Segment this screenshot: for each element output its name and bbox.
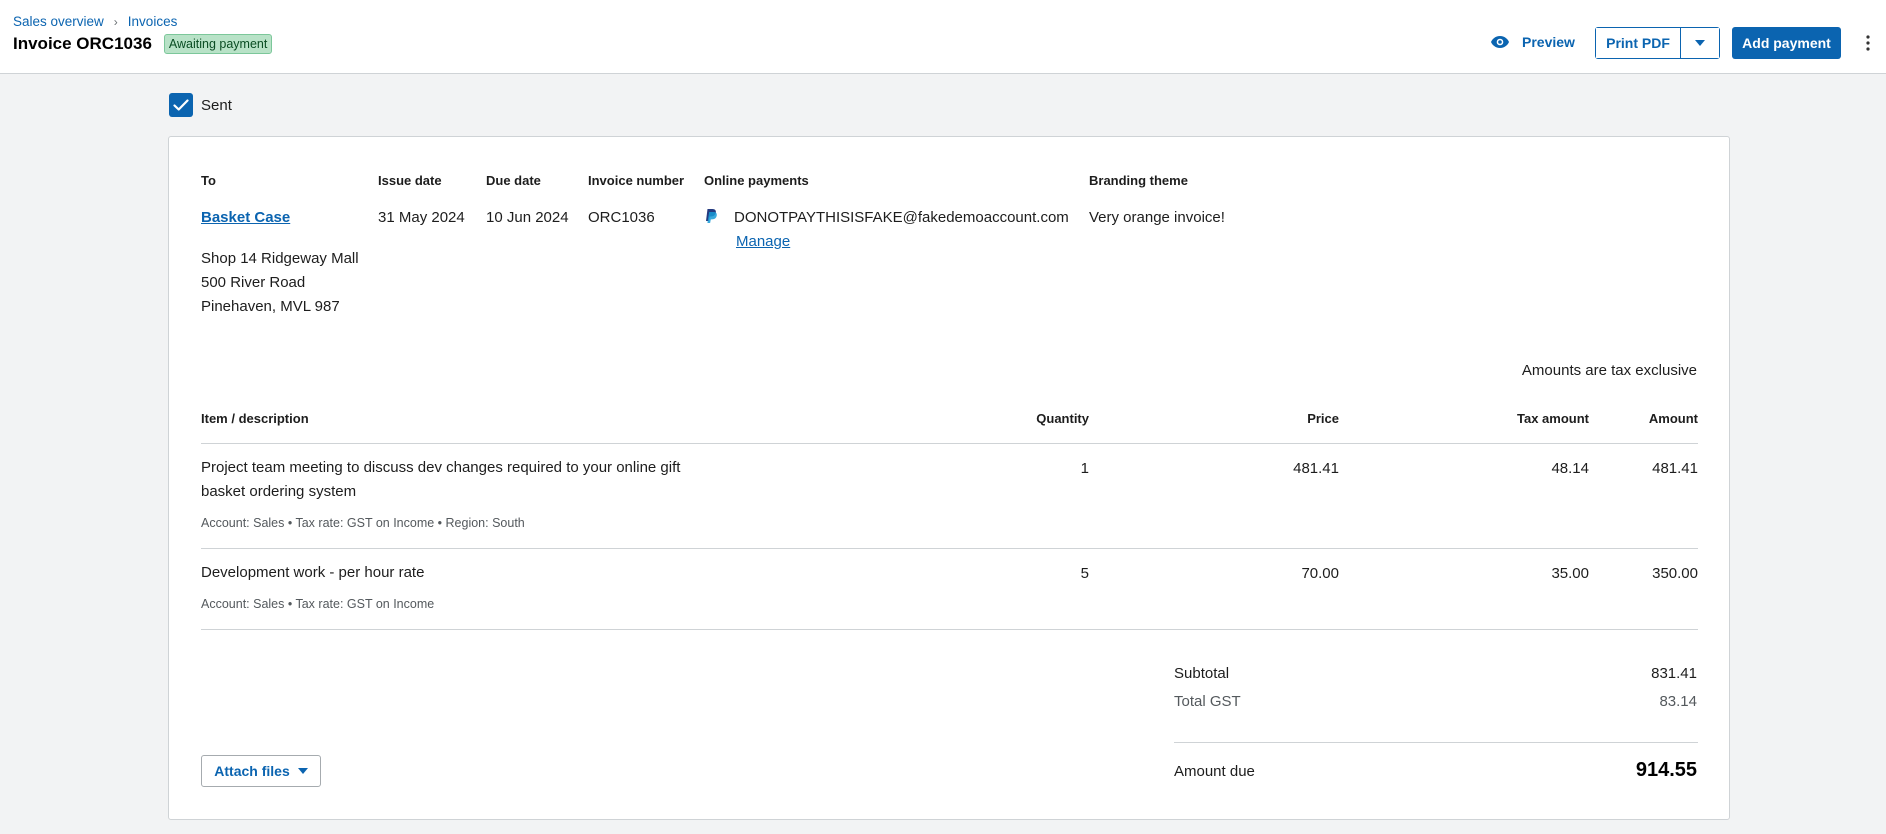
print-pdf-group: Print PDF (1595, 27, 1720, 59)
attach-files-label: Attach files (214, 763, 290, 779)
invoice-card: To Issue date Due date Invoice number On… (168, 136, 1730, 820)
address-line: Pinehaven, MVL 987 (201, 298, 340, 315)
totals-divider (1174, 742, 1698, 743)
to-heading: To (201, 173, 216, 188)
attach-files-button[interactable]: Attach files (201, 755, 321, 787)
header-price: Price (1307, 411, 1339, 426)
sent-toggle: Sent (169, 93, 232, 117)
row-price: 481.41 (1293, 460, 1339, 477)
row-amount: 481.41 (1652, 460, 1698, 477)
paypal-icon (706, 209, 717, 223)
row-price: 70.00 (1301, 565, 1339, 582)
page-header: Sales overview › Invoices Invoice ORC103… (0, 0, 1886, 74)
breadcrumb-sales-overview[interactable]: Sales overview (13, 14, 104, 29)
row-description: Project team meeting to discuss dev chan… (201, 459, 681, 500)
kebab-menu-icon (1866, 35, 1870, 51)
breadcrumb: Sales overview › Invoices (13, 14, 177, 29)
status-badge: Awaiting payment (163, 34, 273, 54)
sent-checkbox[interactable] (169, 93, 193, 117)
caret-down-icon (297, 768, 308, 774)
checkmark-icon (173, 99, 189, 111)
online-payment-email: DONOTPAYTHISISFAKE@fakedemoaccount.com (734, 209, 1069, 226)
row-amount: 350.00 (1652, 565, 1698, 582)
page-title: Invoice ORC1036 (13, 34, 152, 53)
preview-label: Preview (1522, 34, 1575, 50)
due-date-heading: Due date (486, 173, 541, 188)
preview-button[interactable]: Preview (1490, 27, 1575, 57)
row-quantity: 1 (1080, 460, 1089, 477)
row-meta: Account: Sales • Tax rate: GST on Income (201, 597, 435, 611)
contact-address: Shop 14 Ridgeway Mall 500 River Road Pin… (201, 247, 359, 319)
add-payment-button[interactable]: Add payment (1732, 27, 1841, 59)
row-divider (201, 629, 1698, 630)
due-date-value: 10 Jun 2024 (486, 209, 569, 226)
title-row: Invoice ORC1036 Awaiting payment (13, 34, 273, 54)
row-divider (201, 548, 1698, 549)
breadcrumb-separator: › (113, 14, 118, 29)
issue-date-heading: Issue date (378, 173, 442, 188)
amount-due-label: Amount due (1174, 763, 1255, 780)
print-pdf-button[interactable]: Print PDF (1596, 28, 1681, 58)
online-payments-heading: Online payments (704, 173, 809, 188)
row-quantity: 5 (1080, 565, 1089, 582)
amount-due-value: 914.55 (1635, 759, 1697, 781)
contact-link[interactable]: Basket Case (201, 209, 290, 226)
total-gst-label: Total GST (1174, 693, 1241, 710)
row-meta: Account: Sales • Tax rate: GST on Income… (201, 516, 525, 530)
address-line: 500 River Road (201, 274, 306, 291)
header-amount: Amount (1648, 411, 1698, 426)
more-options-button[interactable] (1860, 30, 1876, 56)
sent-label: Sent (201, 96, 232, 114)
breadcrumb-invoices[interactable]: Invoices (128, 14, 178, 29)
row-description: Development work - per hour rate (201, 564, 425, 581)
subtotal-value: 831.41 (1651, 665, 1697, 682)
table-header-divider (201, 443, 1698, 444)
total-gst-value: 83.14 (1659, 693, 1697, 710)
caret-down-icon (1695, 40, 1705, 46)
header-item: Item / description (201, 411, 309, 426)
address-line: Shop 14 Ridgeway Mall (201, 250, 359, 267)
print-options-button[interactable] (1681, 28, 1719, 58)
branding-theme-heading: Branding theme (1089, 173, 1188, 188)
eye-icon (1491, 36, 1509, 48)
invoice-number-value: ORC1036 (588, 209, 655, 226)
header-quantity: Quantity (1036, 411, 1089, 426)
branding-theme-value: Very orange invoice! (1089, 209, 1225, 226)
subtotal-label: Subtotal (1174, 665, 1230, 682)
invoice-number-heading: Invoice number (588, 173, 685, 188)
tax-note: Amounts are tax exclusive (1521, 362, 1697, 379)
manage-link[interactable]: Manage (736, 233, 790, 250)
issue-date-value: 31 May 2024 (378, 209, 465, 226)
